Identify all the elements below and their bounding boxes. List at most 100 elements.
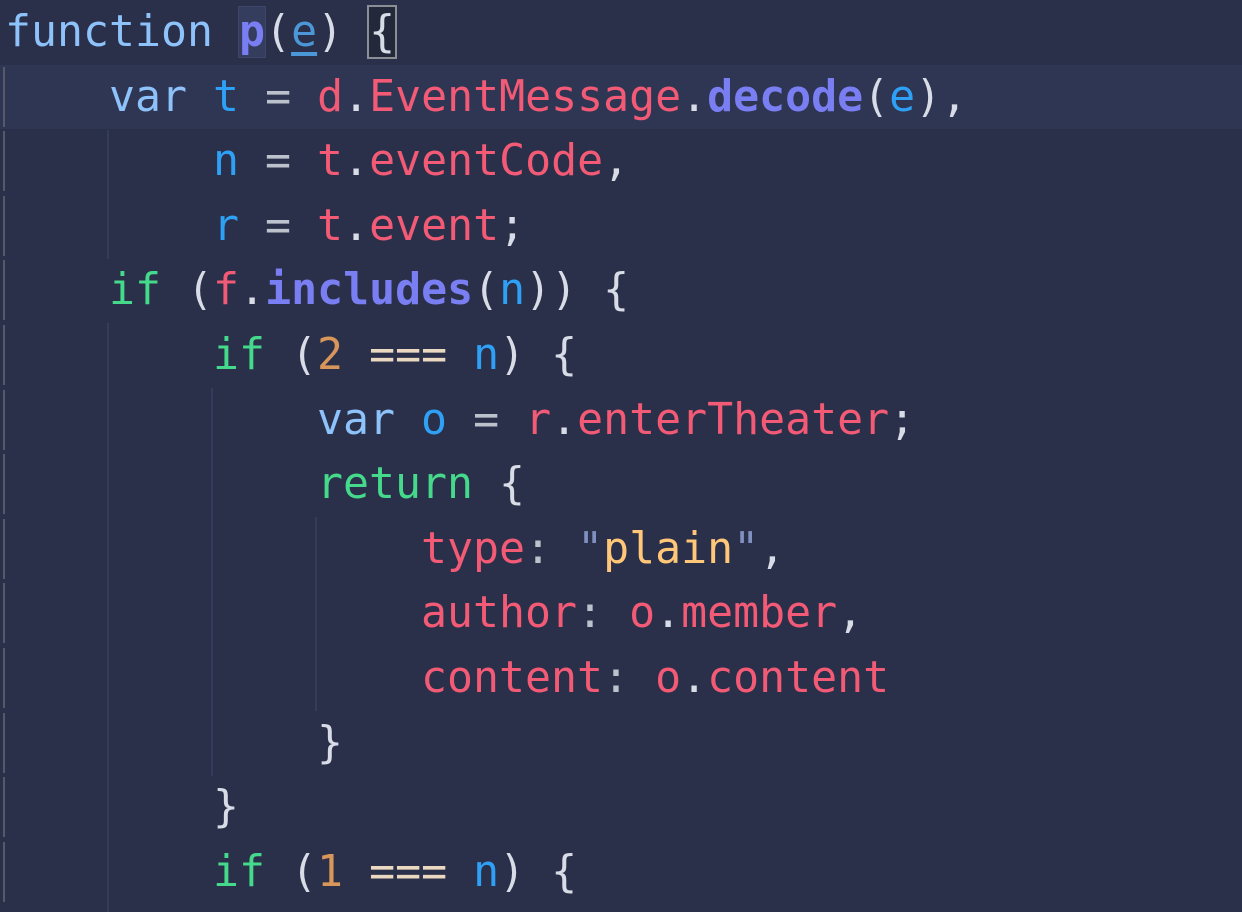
code-token: return: [317, 459, 474, 510]
code-token: plain: [603, 523, 734, 574]
code-token: (: [863, 71, 890, 122]
code-token: ): [317, 7, 344, 57]
code-token: r: [213, 200, 240, 251]
code-line[interactable]: function p(e) {: [0, 0, 1242, 65]
code-token: ;: [499, 200, 526, 251]
code-line[interactable]: if (2 === n) {: [0, 323, 1242, 388]
code-token: =: [239, 200, 318, 251]
gutter-marker: [3, 195, 5, 256]
code-token: e: [291, 7, 318, 57]
code-token: (: [473, 265, 500, 316]
code-token: )) {: [525, 265, 630, 316]
code-token: ,: [759, 523, 786, 574]
gutter-marker: [3, 454, 5, 515]
code-token: .: [343, 71, 370, 122]
code-token: author: [421, 588, 578, 639]
code-token: o: [421, 394, 448, 445]
code-token: (: [265, 846, 318, 897]
indent-guide: [107, 323, 109, 912]
code-token: var: [109, 71, 188, 122]
code-token: (: [265, 7, 292, 57]
code-token: ": [733, 523, 760, 574]
gutter-marker: [3, 583, 5, 644]
code-line[interactable]: n = t.eventCode,: [0, 129, 1242, 194]
code-token: d: [317, 71, 344, 122]
code-token: 1: [317, 846, 344, 897]
code-line[interactable]: author: o.member,: [0, 581, 1242, 646]
code-line[interactable]: }: [0, 775, 1242, 840]
code-token: .: [681, 653, 708, 703]
code-editor[interactable]: if (1 === n) { } } content: o.content au…: [0, 0, 1242, 912]
code-token: EventMessage: [369, 71, 682, 122]
indent-guide: [211, 388, 213, 776]
indent-guide: [107, 130, 109, 259]
code-token: (: [265, 330, 318, 380]
code-token: ===: [369, 846, 448, 897]
code-line[interactable]: content: o.content: [0, 646, 1242, 711]
code-token: ),: [915, 71, 968, 122]
code-line[interactable]: if (1 === n) {: [0, 840, 1242, 905]
code-token: content: [707, 653, 890, 703]
code-token: .: [681, 71, 708, 122]
code-token: decode: [707, 71, 864, 122]
gutter-marker: [3, 260, 5, 321]
indent-guide: [315, 517, 317, 711]
code-token: if: [213, 330, 266, 380]
code-token: ) {: [499, 330, 578, 380]
code-token: event: [369, 200, 500, 251]
code-token: o: [655, 653, 682, 703]
code-token: e: [889, 71, 916, 122]
code-token: t: [213, 71, 240, 122]
code-token: }: [317, 717, 344, 768]
code-token: if: [213, 846, 266, 897]
code-token: var: [317, 394, 396, 445]
gutter-marker: [3, 841, 5, 902]
code-token: {: [473, 459, 526, 510]
code-line[interactable]: type: "plain",: [0, 517, 1242, 582]
code-token: n: [473, 846, 500, 897]
code-token: eventCode: [369, 136, 604, 187]
code-line[interactable]: r = t.event;: [0, 194, 1242, 259]
code-token: .: [551, 394, 578, 445]
code-token: .: [343, 136, 370, 187]
code-token: enterTheater: [577, 394, 890, 445]
code-line[interactable]: if (f.includes(n)) {: [0, 258, 1242, 323]
gutter-marker: [3, 131, 5, 192]
code-token: f: [213, 265, 240, 316]
code-token: =: [239, 71, 318, 122]
code-line[interactable]: return {: [0, 452, 1242, 517]
code-token: 2: [317, 330, 344, 380]
code-token: function: [5, 7, 214, 57]
code-line[interactable]: }: [0, 711, 1242, 776]
code-line[interactable]: var o = r.enterTheater;: [0, 388, 1242, 453]
code-token: =: [239, 136, 318, 187]
gutter-marker: [3, 648, 5, 708]
code-token: o: [629, 588, 656, 639]
code-token: r: [525, 394, 552, 445]
code-token: ) {: [499, 846, 578, 897]
code-token: }: [213, 782, 240, 833]
code-token: {: [367, 5, 398, 59]
code-token: type: [421, 523, 526, 574]
code-token: t: [317, 136, 344, 187]
code-line[interactable]: var t = d.EventMessage.decode(e),: [0, 64, 1242, 130]
code-token: ": [577, 523, 604, 574]
code-token: .: [655, 588, 682, 639]
